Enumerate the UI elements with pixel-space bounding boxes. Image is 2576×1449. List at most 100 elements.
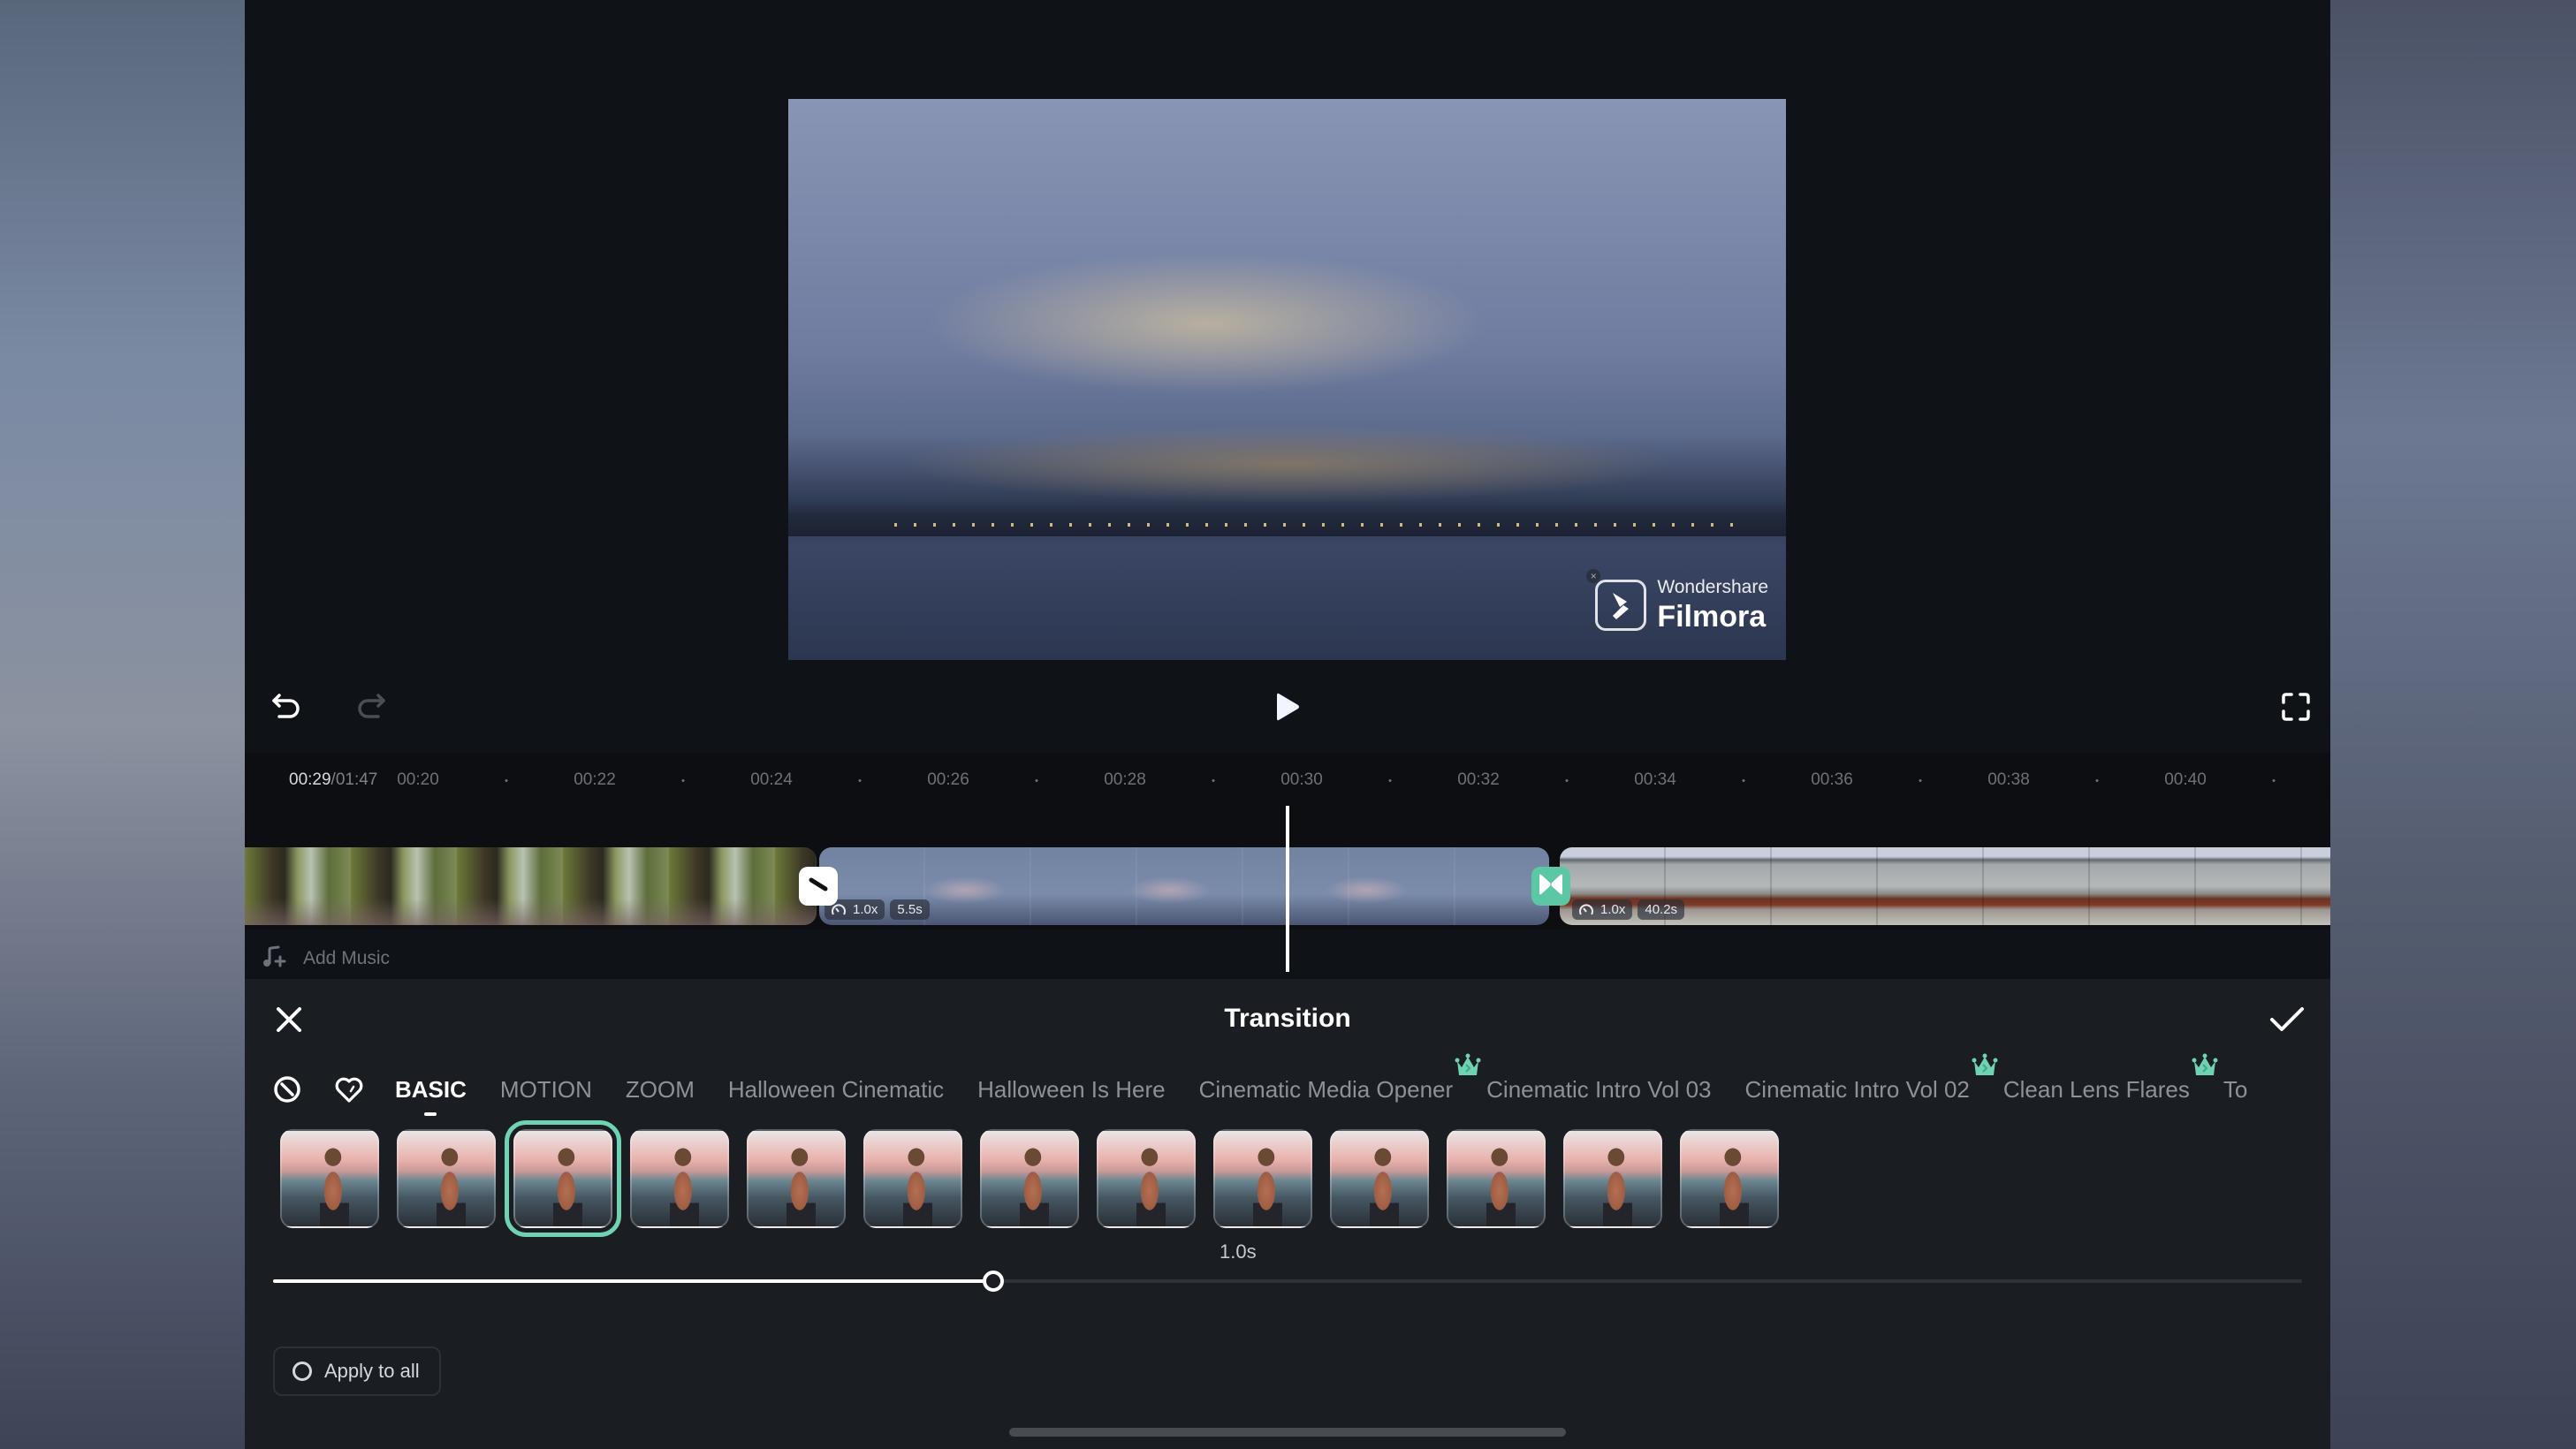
ruler-tick-label: 00:28 — [1104, 770, 1146, 789]
transition-thumbnails — [280, 1120, 1779, 1237]
music-add-icon — [262, 945, 287, 973]
tab-label: To — [2223, 1075, 2248, 1103]
panel-title: Transition — [1224, 1004, 1351, 1033]
favorites-button[interactable] — [333, 1073, 365, 1105]
duration-slider-fill — [273, 1279, 994, 1283]
sea-clip[interactable]: 1.0x 40.2s — [1560, 847, 2330, 925]
preview-shoreline — [788, 501, 1786, 536]
ruler-tick-dot — [1565, 779, 1569, 782]
ruler-tick-dot — [2095, 779, 2099, 782]
apply-to-all-button[interactable]: Apply to all — [273, 1347, 441, 1396]
ruler-tick-dot — [681, 779, 685, 782]
add-music-label: Add Music — [303, 948, 391, 968]
thumbnail-preview-image — [903, 1148, 932, 1226]
timeline-ruler[interactable]: 00:29/01:47 00:20 00:22 00:24 00:26 00:28 00:… — [245, 753, 2330, 806]
speed-gauge-icon — [832, 903, 846, 915]
redo-icon — [355, 692, 387, 722]
tab-clean-lens-flares[interactable]: Clean Lens Flares — [2003, 1053, 2218, 1104]
undo-button[interactable] — [264, 685, 308, 729]
ruler-tick-label: 00:26 — [927, 770, 969, 789]
tab-cinematic-intro-vol-03[interactable]: Cinematic Intro Vol 03 — [1486, 1076, 1711, 1104]
ruler-tick-label: 00:20 — [397, 770, 439, 789]
ruler-tick-label: 00:32 — [1457, 770, 1500, 789]
add-music-button[interactable]: Add Music — [262, 945, 390, 972]
filmora-app: × Wondershare Filmora 00:29/01:47 00:20 … — [245, 0, 2330, 1449]
home-indicator[interactable] — [1009, 1428, 1566, 1437]
premium-crown-icon — [1455, 1053, 1481, 1084]
tab-cinematic-media-opener[interactable]: Cinematic Media Opener — [1198, 1053, 1481, 1104]
transition-panel: Transition BASIC MOTION ZOOM Halloween Cine… — [245, 979, 2330, 1449]
ruler-tick-label: 00:30 — [1280, 770, 1323, 789]
transition-slot-1[interactable] — [799, 867, 838, 906]
tab-cinematic-intro-vol-02[interactable]: Cinematic Intro Vol 02 — [1744, 1053, 1998, 1104]
transition-thumbnail[interactable] — [280, 1129, 379, 1228]
transition-thumbnail[interactable] — [863, 1129, 962, 1228]
thumbnail-preview-image — [1020, 1148, 1049, 1226]
transition-thumbnail[interactable] — [1447, 1129, 1546, 1228]
apply-to-all-label: Apply to all — [324, 1360, 420, 1382]
fullscreen-button[interactable] — [2274, 685, 2318, 729]
sky-clip[interactable]: 1.0x 5.5s — [819, 847, 1549, 925]
tab-basic[interactable]: BASIC — [395, 1076, 467, 1104]
tab-label: ZOOM — [625, 1075, 695, 1103]
tab-to[interactable]: To — [2223, 1076, 2247, 1104]
duration-badge: 40.2s — [1638, 899, 1685, 920]
fullscreen-icon — [2281, 692, 2311, 722]
tab-label: Cinematic Intro Vol 02 — [1744, 1075, 1970, 1103]
transition-slot-2[interactable] — [1531, 867, 1570, 906]
transition-thumbnail[interactable] — [505, 1120, 621, 1237]
no-transition-icon — [807, 873, 830, 900]
filmora-logo-icon — [1595, 579, 1647, 631]
no-transition-button[interactable] — [271, 1073, 303, 1105]
redo-button[interactable] — [349, 685, 393, 729]
ruler-tick-dot — [1388, 779, 1392, 782]
thumbnail-preview-image — [1720, 1148, 1749, 1226]
transition-thumbnail[interactable] — [1330, 1129, 1429, 1228]
duration-value: 1.0s — [1220, 1240, 1257, 1263]
filmora-watermark[interactable]: × Wondershare Filmora — [1586, 569, 1768, 632]
ruler-tick-label: 00:36 — [1811, 770, 1853, 789]
duration-slider-knob[interactable] — [983, 1271, 1005, 1292]
transition-thumbnail[interactable] — [1097, 1129, 1196, 1228]
transition-thumbnail[interactable] — [1563, 1129, 1662, 1228]
tab-label: Halloween Cinematic — [727, 1075, 945, 1103]
ruler-tick-label: 00:40 — [2164, 770, 2207, 789]
apply-to-all-radio[interactable] — [293, 1362, 312, 1381]
ruler-tick-dot — [1035, 779, 1038, 782]
ruler-tick-dot — [505, 779, 508, 782]
thumbnail-preview-image — [1486, 1148, 1516, 1226]
premium-crown-icon — [1972, 1053, 1998, 1084]
thumbnail-preview-image — [320, 1148, 349, 1226]
current-time: 00:29 — [289, 770, 331, 789]
ruler-tick-dot — [1212, 779, 1215, 782]
transition-thumbnail[interactable] — [630, 1129, 729, 1228]
thumbnail-preview-image — [1603, 1148, 1632, 1226]
transition-bowtie-icon — [1538, 873, 1564, 900]
tab-halloween-is-here[interactable]: Halloween Is Here — [977, 1076, 1165, 1104]
tab-motion[interactable]: MOTION — [500, 1076, 592, 1104]
timecode: 00:29/01:47 — [289, 770, 377, 790]
video-preview[interactable]: × Wondershare Filmora — [788, 99, 1786, 660]
total-time: /01:47 — [331, 770, 378, 789]
ruler-tick-label: 00:24 — [750, 770, 793, 789]
transition-thumbnail[interactable] — [1680, 1129, 1779, 1228]
tab-zoom[interactable]: ZOOM — [626, 1076, 695, 1104]
ruler-tick-dot — [1742, 779, 1745, 782]
thumbnail-preview-image — [553, 1148, 582, 1226]
background-wallpaper-right — [2330, 0, 2576, 1449]
tab-label: Cinematic Media Opener — [1198, 1075, 1454, 1103]
transition-thumbnail[interactable] — [1213, 1129, 1312, 1228]
playhead[interactable] — [1286, 806, 1289, 972]
transition-thumbnail[interactable] — [747, 1129, 846, 1228]
transition-thumbnail[interactable] — [980, 1129, 1079, 1228]
thumbnail-preview-image — [1253, 1148, 1282, 1226]
tab-label: Cinematic Intro Vol 03 — [1486, 1075, 1712, 1103]
thumbnail-preview-image — [786, 1148, 816, 1226]
forest-clip[interactable] — [245, 847, 817, 925]
play-button[interactable] — [1265, 685, 1310, 729]
duration-slider[interactable] — [273, 1271, 2302, 1292]
confirm-button[interactable] — [2267, 1002, 2307, 1037]
tab-halloween-cinematic[interactable]: Halloween Cinematic — [728, 1076, 944, 1104]
heart-icon — [335, 1077, 363, 1103]
transition-thumbnail[interactable] — [397, 1129, 496, 1228]
